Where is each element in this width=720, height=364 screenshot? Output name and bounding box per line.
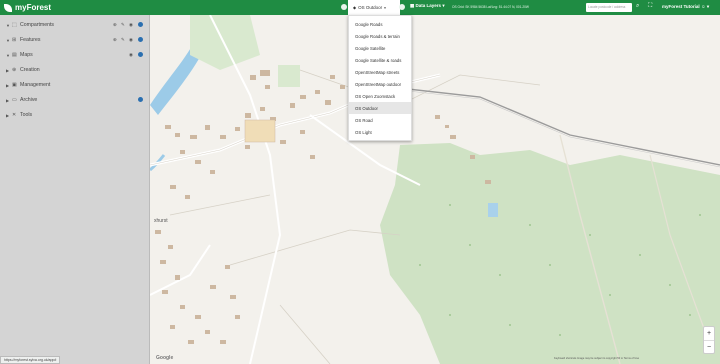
pin-icon[interactable]: ⊕ bbox=[113, 22, 118, 27]
menu-item-osm-streets[interactable]: OpenStreetMap streets bbox=[349, 66, 411, 78]
app-logo[interactable]: myForest bbox=[4, 2, 51, 13]
location-search-input[interactable]: Locate postcode / address bbox=[586, 3, 632, 12]
menu-item-osm-outdoor[interactable]: OpenStreetMap outdoor bbox=[349, 78, 411, 90]
sidebar-item-features[interactable]: ▼ ⊞ Features ⊕ ✎ ◉ bbox=[0, 34, 150, 46]
pin-icon[interactable]: ⊕ bbox=[113, 37, 118, 42]
leaf-icon bbox=[4, 3, 12, 12]
layers-icon: ◆ bbox=[353, 5, 357, 10]
sidebar-item-archive[interactable]: ▶ ▭ Archive bbox=[0, 94, 150, 106]
fullscreen-icon[interactable]: ⛶ bbox=[648, 3, 652, 10]
visibility-icon[interactable]: ◉ bbox=[129, 37, 134, 42]
sidebar-item-management[interactable]: ▶ ▣ Management bbox=[0, 79, 150, 91]
visibility-icon[interactable]: ◉ bbox=[129, 52, 134, 57]
visibility-icon[interactable]: ◉ bbox=[129, 22, 134, 27]
management-icon: ▣ bbox=[12, 82, 17, 88]
archive-icon: ▭ bbox=[12, 97, 17, 103]
data-layers-icon: ▦ bbox=[410, 3, 415, 8]
tools-icon: ✕ bbox=[12, 112, 17, 118]
help-icon[interactable] bbox=[399, 4, 405, 10]
menu-item-google-roads[interactable]: Google Roads bbox=[349, 18, 411, 30]
menu-item-os-light[interactable]: OS Light bbox=[349, 126, 411, 138]
menu-item-google-satellite-roads[interactable]: Google Satellite & roads bbox=[349, 54, 411, 66]
google-logo: Google bbox=[156, 355, 174, 361]
menu-item-os-road[interactable]: OS Road bbox=[349, 114, 411, 126]
status-bar-url: https://myforest.sylva.org.uk/app# bbox=[0, 356, 61, 364]
caret-down-icon: ▾ bbox=[442, 3, 445, 8]
sidebar: ▼ ⬚ Compartments ⊕ ✎ ◉ ▼ ⊞ Features ⊕ ✎ … bbox=[0, 15, 150, 364]
info-dot-icon[interactable] bbox=[138, 37, 143, 42]
maps-icon: ▤ bbox=[12, 52, 17, 58]
caret-down-icon: ▾ bbox=[706, 4, 710, 9]
place-label: xhurst bbox=[154, 218, 168, 224]
compartments-icon: ⬚ bbox=[12, 22, 17, 28]
info-icon[interactable] bbox=[341, 4, 347, 10]
menu-item-os-outdoor[interactable]: OS Outdoor bbox=[349, 102, 411, 114]
map-tiles bbox=[150, 15, 720, 364]
search-icon[interactable]: ⌕ bbox=[636, 3, 639, 10]
menu-item-google-roads-terrain[interactable]: Google Roads & terrain bbox=[349, 30, 411, 42]
user-icon: ☺ bbox=[700, 4, 706, 9]
sidebar-item-maps[interactable]: ▼ ▤ Maps ◉ bbox=[0, 49, 150, 61]
menu-item-google-satellite[interactable]: Google Satellite bbox=[349, 42, 411, 54]
map-attribution[interactable]: Keyboard shortcuts Image may be subject … bbox=[554, 357, 639, 360]
caret-down-icon: ▾ bbox=[384, 5, 386, 10]
features-icon: ⊞ bbox=[12, 37, 17, 43]
sidebar-item-compartments[interactable]: ▼ ⬚ Compartments ⊕ ✎ ◉ bbox=[0, 19, 150, 31]
sidebar-item-creation[interactable]: ▶ ⊕ Creation bbox=[0, 64, 150, 76]
zoom-control: + − bbox=[703, 326, 715, 354]
info-dot-icon[interactable] bbox=[138, 52, 143, 57]
map-canvas[interactable]: xhurst Google Keyboard shortcuts Image m… bbox=[150, 15, 720, 364]
basemap-dropdown-button[interactable]: ◆ OS Outdoor ▾ bbox=[348, 0, 400, 15]
creation-icon: ⊕ bbox=[12, 67, 17, 73]
basemap-dropdown-menu: Google Roads Google Roads & terrain Goog… bbox=[348, 15, 412, 141]
sidebar-item-tools[interactable]: ▶ ✕ Tools bbox=[0, 109, 150, 121]
menu-item-os-open-zoomstack[interactable]: OS Open Zoomstack bbox=[349, 90, 411, 102]
zoom-in-button[interactable]: + bbox=[704, 327, 714, 340]
edit-icon[interactable]: ✎ bbox=[121, 22, 126, 27]
info-dot-icon[interactable] bbox=[138, 22, 143, 27]
zoom-out-button[interactable]: − bbox=[704, 340, 714, 353]
info-dot-icon[interactable] bbox=[138, 97, 143, 102]
data-layers-menu[interactable]: ▦ Data Layers ▾ bbox=[410, 3, 445, 9]
edit-icon[interactable]: ✎ bbox=[121, 37, 126, 42]
app-name: myForest bbox=[15, 3, 52, 12]
user-menu[interactable]: myForest Tutorial ☺ ▾ bbox=[662, 4, 709, 10]
top-bar: myForest ◆ OS Outdoor ▾ ▦ Data Layers ▾ … bbox=[0, 0, 720, 15]
coordinate-readout: OS Grid: SK 5984 5638 Lat/Lng: 51.44.07 … bbox=[452, 5, 529, 9]
